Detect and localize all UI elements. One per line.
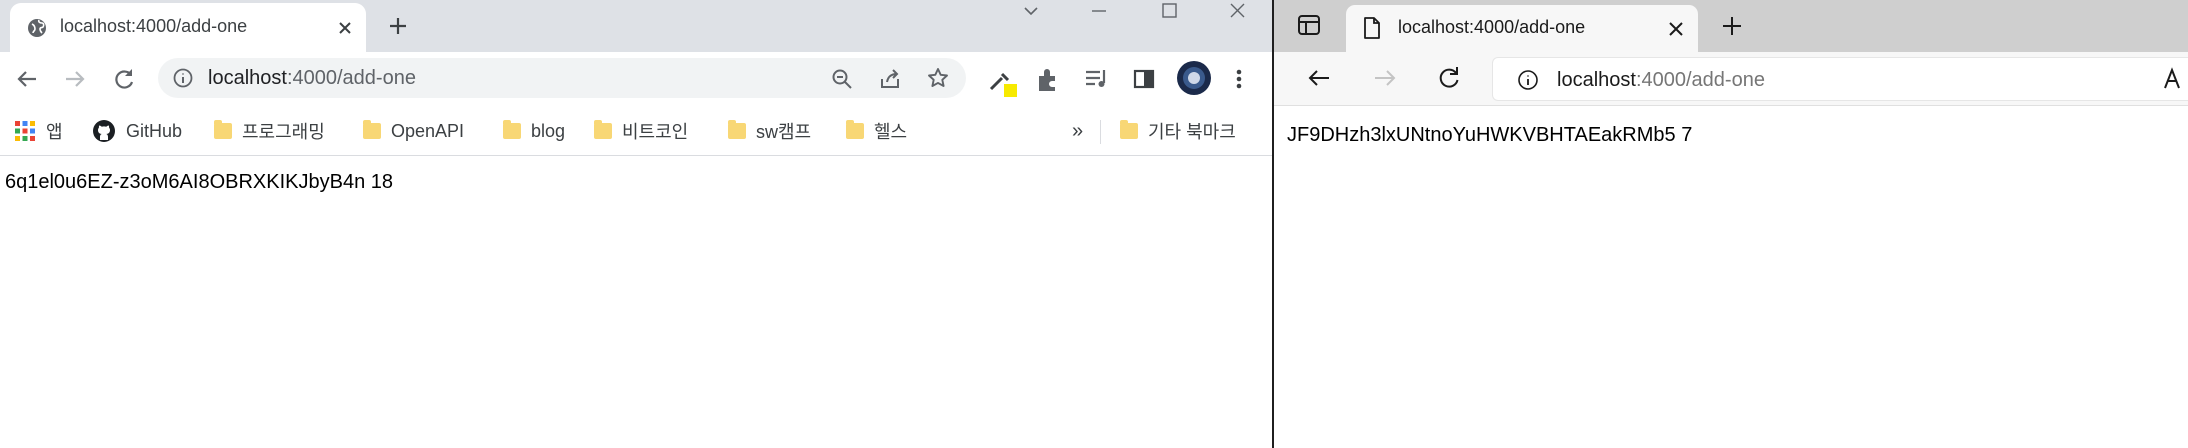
bookmark-folder-blog[interactable]: blog (503, 116, 565, 146)
bookmark-label: 프로그래밍 (242, 122, 325, 142)
bookmark-apps[interactable]: 앱 (14, 116, 63, 146)
bookmark-folder-health[interactable]: 헬스 (846, 116, 907, 146)
edge-tab-title: localhost:4000/add-one (1398, 17, 1586, 37)
bookmarks-overflow-button[interactable]: » (1072, 116, 1083, 146)
extensions-icon[interactable] (1033, 64, 1063, 94)
url-path: :4000/add-one (286, 67, 416, 89)
zoom-icon[interactable] (830, 67, 854, 91)
bookmark-folder-bitcoin[interactable]: 비트코인 (594, 116, 688, 146)
address-bar[interactable]: localhost:4000/add-one (158, 58, 966, 98)
site-info-icon[interactable] (1517, 69, 1539, 91)
address-url: localhost:4000/add-one (208, 67, 416, 90)
bookmark-folder-programming[interactable]: 프로그래밍 (214, 116, 325, 146)
more-menu-icon[interactable] (1224, 64, 1254, 94)
bookmark-label: GitHub (126, 120, 183, 141)
chrome-page-content: 6q1el0u6EZ-z3oM6AI8OBRXKIKJbyB4n 18 (0, 157, 1272, 448)
chrome-toolbar: localhost:4000/add-one (0, 52, 1272, 106)
bookmark-label: 앱 (46, 122, 63, 142)
overflow-chevron-icon: » (1072, 119, 1084, 142)
forward-arrow-icon[interactable] (1370, 63, 1400, 93)
bookmark-label: 비트코인 (622, 122, 689, 142)
close-window-icon[interactable] (1220, 0, 1254, 24)
bookmark-label: sw캠프 (756, 122, 812, 142)
folder-icon (363, 120, 381, 139)
avatar[interactable] (1176, 60, 1211, 95)
address-url: localhost:4000/add-one (1557, 69, 1765, 92)
edge-tabstrip: localhost:4000/add-one (1274, 0, 2188, 52)
apps-grid-icon (14, 120, 36, 142)
back-arrow-icon[interactable] (12, 64, 42, 94)
maximize-icon[interactable] (1152, 0, 1186, 24)
read-aloud-icon[interactable] (2162, 66, 2188, 92)
bookmark-github[interactable]: GitHub (92, 116, 182, 146)
bookmark-folder-openapi[interactable]: OpenAPI (363, 116, 464, 146)
minimize-icon[interactable] (1082, 0, 1116, 24)
star-icon[interactable] (926, 66, 950, 90)
reload-icon[interactable] (109, 64, 139, 94)
page-text: 6q1el0u6EZ-z3oM6AI8OBRXKIKJbyB4n 18 (5, 171, 393, 193)
chrome-window: localhost:4000/add-one localhost:4000/ad… (0, 0, 1272, 448)
page-text: JF9DHzh3lxUNtnoYuHWKVBHTAEakRMb5 7 (1287, 124, 1693, 146)
bookmark-label: 기타 북마크 (1148, 122, 1236, 142)
edge-toolbar: localhost:4000/add-one (1274, 52, 2188, 106)
tab-search-icon[interactable] (1014, 0, 1048, 24)
new-tab-button[interactable] (1718, 12, 1746, 40)
media-queue-icon[interactable] (1082, 64, 1112, 94)
forward-arrow-icon[interactable] (60, 64, 90, 94)
folder-icon (214, 120, 232, 139)
chrome-tabstrip: localhost:4000/add-one (0, 0, 1272, 52)
close-icon[interactable] (332, 15, 358, 41)
folder-icon (503, 120, 521, 139)
back-arrow-icon[interactable] (1304, 63, 1334, 93)
bookmark-other-folder[interactable]: 기타 북마크 (1120, 116, 1236, 146)
page-icon (1362, 17, 1382, 39)
folder-icon (846, 120, 864, 139)
chrome-tab-title: localhost:4000/add-one (60, 16, 248, 36)
bookmark-label: OpenAPI (391, 120, 465, 141)
tab-actions-icon[interactable] (1296, 12, 1322, 38)
url-host: localhost (208, 67, 287, 89)
new-tab-button[interactable] (384, 12, 412, 40)
share-icon[interactable] (878, 67, 902, 91)
folder-icon (594, 120, 612, 139)
folder-icon (728, 120, 746, 139)
reload-icon[interactable] (1434, 63, 1464, 93)
close-icon[interactable] (1664, 17, 1688, 41)
folder-icon (1120, 120, 1138, 139)
side-panel-icon[interactable] (1129, 64, 1159, 94)
bookmark-label: 헬스 (874, 122, 908, 142)
edge-window: localhost:4000/add-one localhost:4000/ad… (1272, 0, 2188, 448)
bookmarks-bar: 앱 GitHub 프로그래밍 OpenAPI blog 비트코인 sw캠프 헬스… (0, 106, 1272, 156)
bookmark-folder-swcamp[interactable]: sw캠프 (728, 116, 811, 146)
eyedropper-extension-icon[interactable] (984, 64, 1017, 97)
chrome-tab-active[interactable]: localhost:4000/add-one (10, 3, 366, 52)
bookmarks-divider (1100, 120, 1101, 144)
site-info-icon[interactable] (172, 67, 194, 89)
edge-tab-active[interactable]: localhost:4000/add-one (1346, 5, 1698, 52)
github-icon (92, 119, 116, 143)
globe-icon (26, 17, 48, 39)
bookmark-label: blog (531, 120, 566, 141)
edge-page-content: JF9DHzh3lxUNtnoYuHWKVBHTAEakRMb5 7 (1274, 107, 2188, 448)
url-host: localhost (1557, 69, 1636, 91)
address-bar[interactable]: localhost:4000/add-one (1492, 57, 2188, 101)
url-path: :4000/add-one (1635, 69, 1765, 91)
